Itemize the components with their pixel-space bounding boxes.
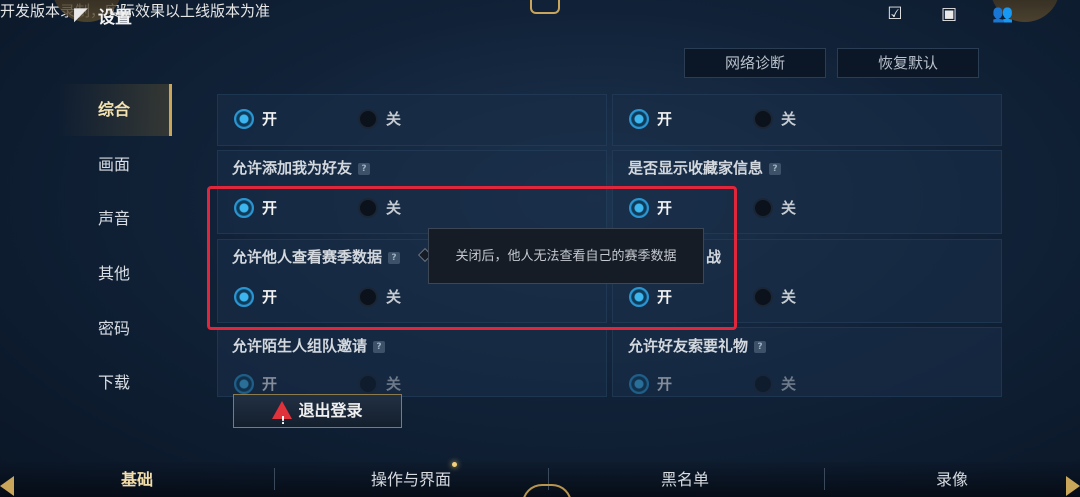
radio-selected-icon [234,109,254,129]
radio-selected-icon [629,374,649,394]
radio-on[interactable]: 开 [629,372,672,396]
radio-unselected-icon [358,374,378,394]
setting-label-show-collector: 是否显示收藏家信息? [628,157,782,178]
radio-unselected-icon [753,287,773,307]
tab-blacklist[interactable]: 黑名单 [548,466,822,490]
radio-off[interactable]: 关 [358,372,401,396]
radio-off[interactable]: 关 [358,107,401,131]
help-icon[interactable]: ? [754,340,767,353]
warning-icon: ! [272,401,293,427]
setting-label-allow-add-friend: 允许添加我为好友? [232,157,371,178]
setting-label-stranger-invite: 允许陌生人组队邀请? [232,335,386,356]
radio-on[interactable]: 开 [234,372,277,396]
radio-on[interactable]: 开 [234,107,277,131]
radio-selected-icon [629,109,649,129]
tab-controls-ui[interactable]: 操作与界面 [274,466,548,490]
setting-label-friend-gift: 允许好友索要礼物? [628,335,767,356]
radio-on[interactable]: 开 [629,107,672,131]
help-icon[interactable]: ? [358,162,371,175]
page-title: 设置 [98,8,132,28]
radio-off[interactable]: 关 [753,107,796,131]
clipboard-check-icon[interactable]: ☑ [884,4,906,24]
radio-selected-icon [234,374,254,394]
radio-unselected-icon [358,109,378,129]
sidebar-item-general[interactable]: 综合 [58,84,172,136]
logout-button[interactable]: ! 退出登录 [233,394,402,428]
new-indicator-dot [452,462,457,467]
tooltip: 关闭后，他人无法查看自己的赛季数据 [428,228,704,284]
top-emblem-icon [530,0,560,14]
network-diagnose-button[interactable]: 网络诊断 [684,48,826,78]
tab-replay[interactable]: 录像 [824,466,1080,490]
radio-unselected-icon [753,198,773,218]
radio-off[interactable]: 关 [753,196,796,220]
restore-default-button[interactable]: 恢复默认 [837,48,979,78]
radio-off[interactable]: 关 [753,285,796,309]
help-icon[interactable]: ? [373,340,386,353]
sidebar-item-other[interactable]: 其他 [58,248,170,300]
sidebar-item-password[interactable]: 密码 [58,303,170,355]
back-arrow-icon[interactable]: ◤ [74,4,96,26]
radio-unselected-icon [753,374,773,394]
sidebar-item-sound[interactable]: 声音 [58,193,170,245]
chat-icon[interactable]: ▣ [938,4,960,24]
sidebar-item-graphics[interactable]: 画面 [58,139,170,191]
help-icon[interactable]: ? [769,162,782,175]
radio-unselected-icon [753,109,773,129]
friends-icon[interactable]: 👥 [992,4,1014,24]
tab-basic[interactable]: 基础 [0,466,274,490]
sidebar-item-download[interactable]: 下载 [58,357,170,409]
radio-off[interactable]: 关 [753,372,796,396]
